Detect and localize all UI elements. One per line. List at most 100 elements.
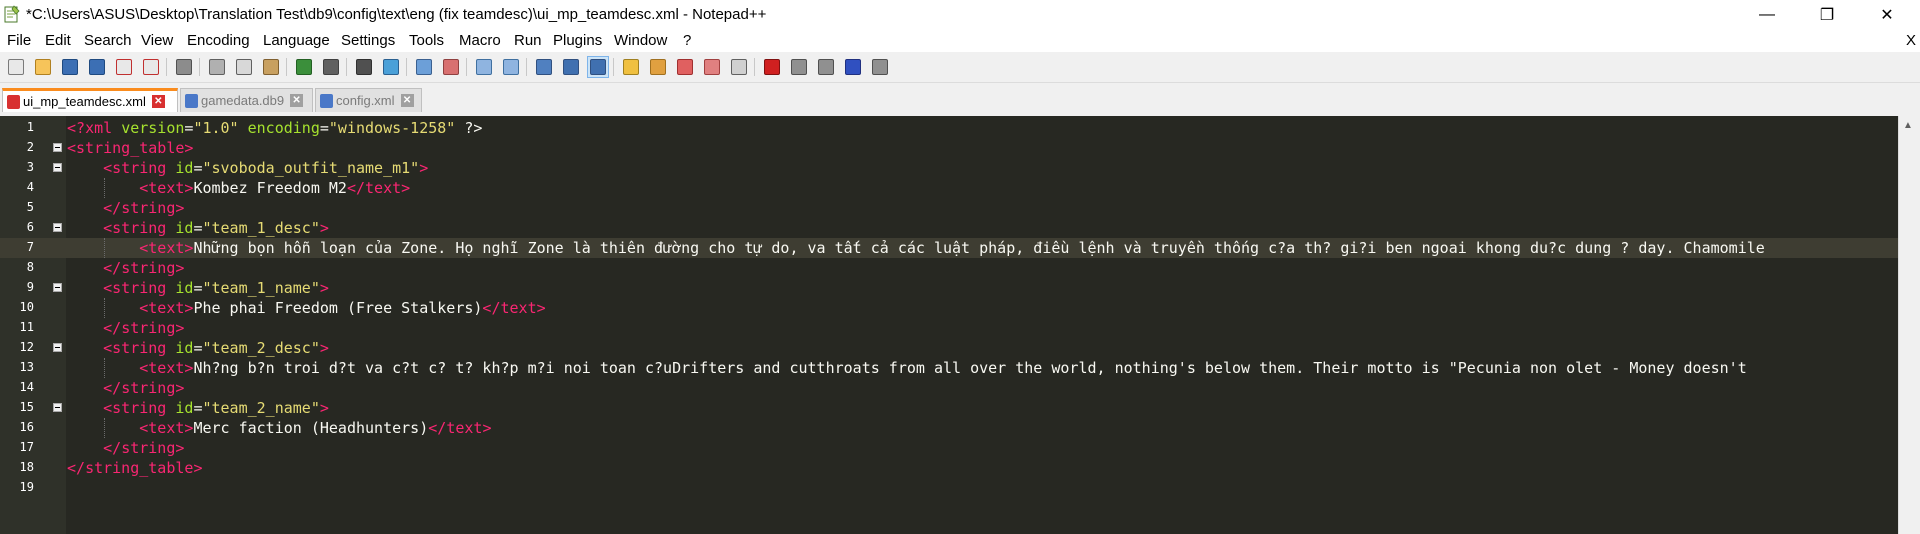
tab-close-icon[interactable]: ✕	[151, 95, 165, 108]
save-all-icon[interactable]	[87, 57, 107, 77]
code-text[interactable]: </string>	[67, 319, 184, 337]
code-text[interactable]: </string>	[67, 379, 184, 397]
code-line[interactable]: 17 </string>	[0, 438, 1898, 458]
fold-toggle-icon[interactable]	[53, 223, 62, 232]
code-text[interactable]: <?xml version="1.0" encoding="windows-12…	[67, 119, 482, 137]
code-line[interactable]: 19	[0, 478, 1898, 498]
record-macro-icon[interactable]	[762, 57, 782, 77]
paste-icon[interactable]	[261, 57, 281, 77]
menu-settings[interactable]: Settings	[341, 32, 395, 49]
code-text[interactable]: </string>	[67, 199, 184, 217]
code-line[interactable]: 6 <string id="team_1_desc">	[0, 218, 1898, 238]
fold-toggle-icon[interactable]	[53, 143, 62, 152]
code-line[interactable]: 9 <string id="team_1_name">	[0, 278, 1898, 298]
code-lines[interactable]: 1 <?xml version="1.0" encoding="windows-1…	[0, 118, 1898, 498]
code-line[interactable]: 1 <?xml version="1.0" encoding="windows-1…	[0, 118, 1898, 138]
tab-close-icon[interactable]: ✕	[290, 94, 304, 107]
code-line[interactable]: 18 </string_table>	[0, 458, 1898, 478]
tab-gamedata[interactable]: gamedata.db9 ✕	[180, 88, 313, 112]
tab-close-icon[interactable]: ✕	[400, 94, 414, 107]
fold-toggle-icon[interactable]	[53, 163, 62, 172]
find-icon[interactable]	[354, 57, 374, 77]
user-language-icon[interactable]	[621, 57, 641, 77]
code-line[interactable]: 16 <text>Merc faction (Headhunters)</tex…	[0, 418, 1898, 438]
code-text[interactable]: <string id="team_2_desc">	[67, 339, 329, 357]
code-line[interactable]: 8 </string>	[0, 258, 1898, 278]
close-file-icon[interactable]	[114, 57, 134, 77]
fold-toggle-icon[interactable]	[53, 343, 62, 352]
code-text[interactable]: </string_table>	[67, 459, 202, 477]
stop-macro-icon[interactable]	[789, 57, 809, 77]
maximize-button[interactable]: ❐	[1804, 0, 1850, 30]
save-macro-icon[interactable]	[870, 57, 890, 77]
code-text[interactable]: <text>Phe phai Freedom (Free Stalkers)</…	[67, 299, 545, 317]
tab-ui-mp-teamdesc[interactable]: ui_mp_teamdesc.xml ✕	[2, 88, 178, 112]
menu-help[interactable]: ?	[683, 32, 691, 49]
play-macro-icon[interactable]	[816, 57, 836, 77]
code-line[interactable]: 10 <text>Phe phai Freedom (Free Stalkers…	[0, 298, 1898, 318]
redo-icon[interactable]	[321, 57, 341, 77]
code-line[interactable]: 3 <string id="svoboda_outfit_name_m1">	[0, 158, 1898, 178]
code-text[interactable]: <text>Những bọn hỗn loạn của Zone. Họ ng…	[67, 239, 1765, 257]
function-list-icon[interactable]	[675, 57, 695, 77]
menu-run[interactable]: Run	[514, 32, 542, 49]
open-file-icon[interactable]	[33, 57, 53, 77]
code-text[interactable]: <string id="svoboda_outfit_name_m1">	[67, 159, 428, 177]
code-line[interactable]: 5 </string>	[0, 198, 1898, 218]
code-text[interactable]: </string>	[67, 439, 184, 457]
menu-file[interactable]: File	[7, 32, 31, 49]
code-line[interactable]: 4 <text>Kombez Freedom M2</text>	[0, 178, 1898, 198]
print-icon[interactable]	[174, 57, 194, 77]
menu-search[interactable]: Search	[84, 32, 132, 49]
editor-area[interactable]: 1 <?xml version="1.0" encoding="windows-1…	[0, 116, 1920, 534]
fold-toggle-icon[interactable]	[53, 283, 62, 292]
cut-icon[interactable]	[207, 57, 227, 77]
scroll-up-arrow-icon[interactable]: ▲	[1903, 120, 1913, 131]
zoom-out-icon[interactable]	[441, 57, 461, 77]
sync-horizontal-icon[interactable]	[501, 57, 521, 77]
code-line[interactable]: 7 <text>Những bọn hỗn loạn của Zone. Họ …	[0, 238, 1898, 258]
minimize-button[interactable]: —	[1744, 0, 1790, 30]
code-line[interactable]: 2 <string_table>	[0, 138, 1898, 158]
menu-macro[interactable]: Macro	[459, 32, 501, 49]
code-line[interactable]: 11 </string>	[0, 318, 1898, 338]
tab-config[interactable]: config.xml ✕	[315, 88, 422, 112]
copy-icon[interactable]	[234, 57, 254, 77]
menu-edit[interactable]: Edit	[45, 32, 71, 49]
code-text[interactable]: <text>Nh?ng b?n troi d?t va c?t c? t? kh…	[67, 359, 1746, 377]
code-line[interactable]: 14 </string>	[0, 378, 1898, 398]
indent-guide-icon[interactable]	[587, 56, 609, 78]
word-wrap-icon[interactable]	[534, 57, 554, 77]
menu-language[interactable]: Language	[263, 32, 330, 49]
undo-icon[interactable]	[294, 57, 314, 77]
code-text[interactable]: <string id="team_2_name">	[67, 399, 329, 417]
new-file-icon[interactable]	[6, 57, 26, 77]
zoom-in-icon[interactable]	[414, 57, 434, 77]
replace-icon[interactable]	[381, 57, 401, 77]
run-macro-multiple-icon[interactable]	[843, 57, 863, 77]
code-text[interactable]: </string>	[67, 259, 184, 277]
notepadpp-app-icon[interactable]	[4, 5, 20, 23]
show-all-chars-icon[interactable]	[561, 57, 581, 77]
menu-plugins[interactable]: Plugins	[553, 32, 602, 49]
doc-map-icon[interactable]	[648, 57, 668, 77]
code-text[interactable]: <string id="team_1_desc">	[67, 219, 329, 237]
menu-window[interactable]: Window	[614, 32, 667, 49]
sync-vertical-icon[interactable]	[474, 57, 494, 77]
code-text[interactable]: <text>Kombez Freedom M2</text>	[67, 179, 410, 197]
menu-view[interactable]: View	[141, 32, 173, 49]
menu-tools[interactable]: Tools	[409, 32, 444, 49]
monitoring-icon[interactable]	[729, 57, 749, 77]
close-window-button[interactable]: ✕	[1864, 0, 1910, 30]
code-line[interactable]: 12 <string id="team_2_desc">	[0, 338, 1898, 358]
code-line[interactable]: 15 <string id="team_2_name">	[0, 398, 1898, 418]
menu-encoding[interactable]: Encoding	[187, 32, 250, 49]
vertical-scrollbar[interactable]: ▲	[1898, 116, 1920, 534]
code-line[interactable]: 13 <text>Nh?ng b?n troi d?t va c?t c? t?…	[0, 358, 1898, 378]
code-text[interactable]: <string id="team_1_name">	[67, 279, 329, 297]
code-text[interactable]: <text>Merc faction (Headhunters)</text>	[67, 419, 491, 437]
save-icon[interactable]	[60, 57, 80, 77]
folder-workspace-icon[interactable]	[702, 57, 722, 77]
code-text[interactable]: <string_table>	[67, 139, 193, 157]
close-all-icon[interactable]	[141, 57, 161, 77]
